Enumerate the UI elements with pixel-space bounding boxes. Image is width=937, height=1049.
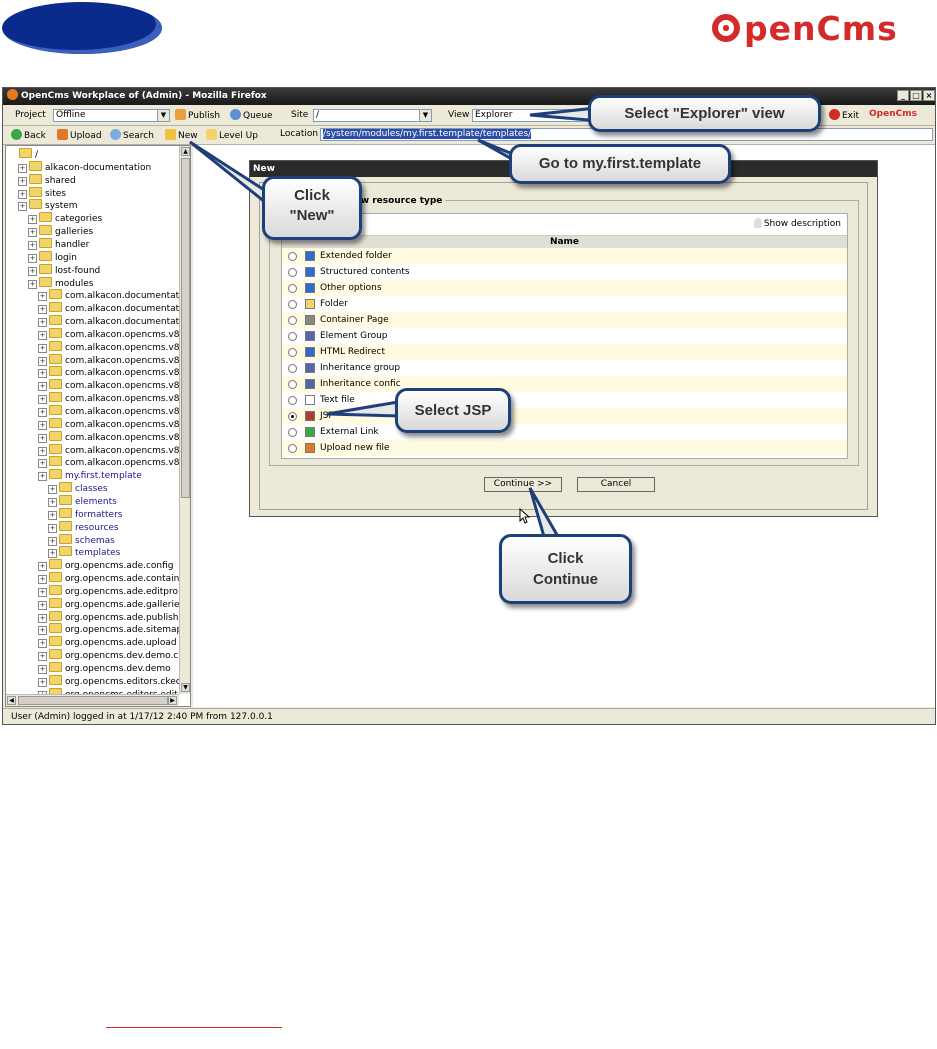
footer-link-underline[interactable] <box>106 1027 282 1028</box>
callout-click-new-line2: "New" <box>289 207 335 224</box>
callout-click-new: Click "New" <box>262 176 362 240</box>
status-bar: User (Admin) logged in at 1/17/12 2:40 P… <box>3 708 935 724</box>
callout-select-jsp: Select JSP <box>395 388 511 433</box>
callout-click-continue: Click Continue <box>499 534 632 604</box>
callout-click-new-line1: Click <box>294 187 330 204</box>
callout-select-explorer: Select "Explorer" view <box>588 95 821 132</box>
callout-goto-template: Go to my.first.template <box>509 144 731 184</box>
callout-click-continue-line1: Click <box>547 550 584 567</box>
callout-click-continue-line2: Continue <box>533 571 598 588</box>
